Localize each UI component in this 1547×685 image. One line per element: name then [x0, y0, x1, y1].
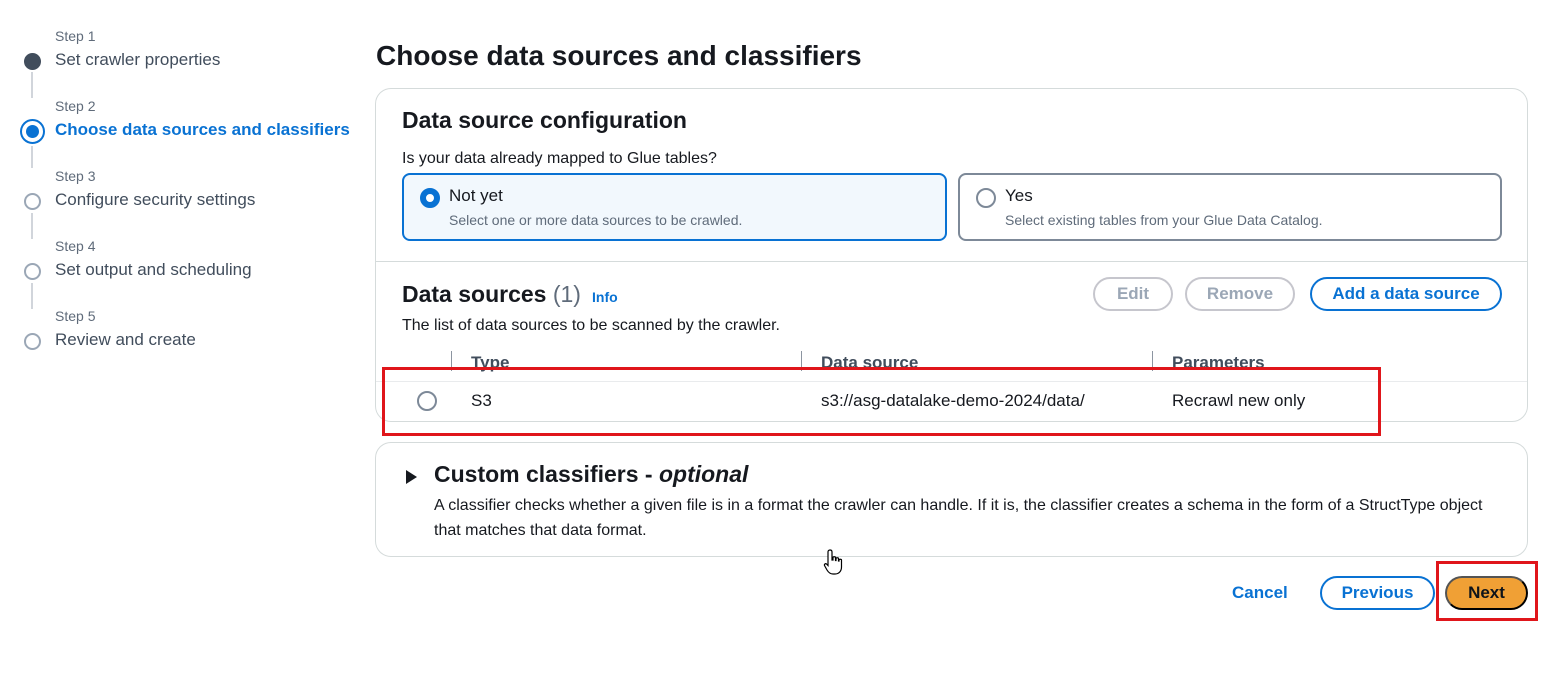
edit-button[interactable]: Edit: [1093, 277, 1173, 311]
step-label: Review and create: [55, 330, 196, 349]
data-source-panel: Data source configuration Is your data a…: [375, 88, 1528, 422]
wizard-stepper: Step 1 Set crawler properties Step 2 Cho…: [0, 0, 360, 400]
data-sources-title: Data sources (1): [402, 281, 581, 308]
step-pending-icon: [24, 333, 41, 350]
row-select-radio[interactable]: [417, 391, 437, 411]
step-label: Choose data sources and classifiers: [55, 120, 350, 139]
cell-type: S3: [471, 391, 492, 410]
step-number: Step 1: [55, 28, 96, 44]
step-connector: [31, 283, 33, 309]
cancel-button[interactable]: Cancel: [1232, 583, 1288, 603]
column-parameters[interactable]: Parameters: [1172, 353, 1265, 373]
step-number: Step 4: [55, 238, 96, 254]
step-active-icon: [20, 119, 45, 144]
column-separator: [801, 351, 802, 371]
step-number: Step 5: [55, 308, 96, 324]
column-data-source[interactable]: Data source: [821, 353, 918, 373]
column-separator: [1152, 351, 1153, 371]
column-type[interactable]: Type: [471, 353, 509, 373]
step-pending-icon: [24, 263, 41, 280]
section-divider: [376, 261, 1527, 262]
step-done-icon: [24, 53, 41, 70]
step-label: Configure security settings: [55, 190, 256, 209]
option-description: Select existing tables from your Glue Da…: [1005, 212, 1323, 228]
cell-parameters: Recrawl new only: [1172, 391, 1306, 410]
table-header: Type Data source Parameters: [376, 347, 1527, 381]
step-label[interactable]: Set crawler properties: [55, 50, 220, 70]
data-sources-description: The list of data sources to be scanned b…: [402, 317, 780, 334]
step-connector: [31, 146, 33, 168]
radio-selected-icon[interactable]: [420, 188, 440, 208]
config-title: Data source configuration: [402, 107, 687, 133]
table-row[interactable]: S3 s3://asg-datalake-demo-2024/data/ Rec…: [376, 381, 1527, 419]
option-yes[interactable]: Yes Select existing tables from your Glu…: [958, 173, 1502, 241]
classifiers-description: A classifier checks whether a given file…: [434, 497, 1483, 539]
step-number: Step 3: [55, 168, 96, 184]
add-data-source-button[interactable]: Add a data source: [1310, 277, 1502, 311]
page-title: Choose data sources and classifiers: [376, 40, 862, 71]
expand-caret-icon[interactable]: [406, 470, 417, 484]
remove-button[interactable]: Remove: [1185, 277, 1295, 311]
next-button[interactable]: Next: [1445, 576, 1528, 610]
column-separator: [451, 351, 452, 371]
cell-data-source: s3://asg-datalake-demo-2024/data/: [821, 391, 1085, 410]
previous-button[interactable]: Previous: [1320, 576, 1435, 610]
step-number: Step 2: [55, 98, 96, 114]
step-pending-icon: [24, 193, 41, 210]
mapping-question: Is your data already mapped to Glue tabl…: [402, 150, 717, 167]
step-label: Set output and scheduling: [55, 260, 252, 279]
classifiers-optional: optional: [658, 461, 749, 487]
step-connector: [31, 213, 33, 239]
option-not-yet[interactable]: Not yet Select one or more data sources …: [402, 173, 947, 241]
hand-cursor-icon: [823, 549, 843, 575]
classifiers-heading: Custom classifiers -: [434, 461, 659, 487]
info-link[interactable]: Info: [592, 289, 618, 305]
step-connector: [31, 72, 33, 98]
data-sources-count: (1): [552, 281, 581, 307]
radio-unselected-icon[interactable]: [976, 188, 996, 208]
option-label: Not yet: [449, 186, 503, 205]
option-label: Yes: [1005, 186, 1033, 205]
classifiers-title[interactable]: Custom classifiers - optional: [434, 461, 748, 488]
custom-classifiers-panel: Custom classifiers - optional A classifi…: [375, 442, 1528, 557]
data-sources-heading: Data sources: [402, 281, 547, 307]
option-description: Select one or more data sources to be cr…: [449, 212, 743, 228]
